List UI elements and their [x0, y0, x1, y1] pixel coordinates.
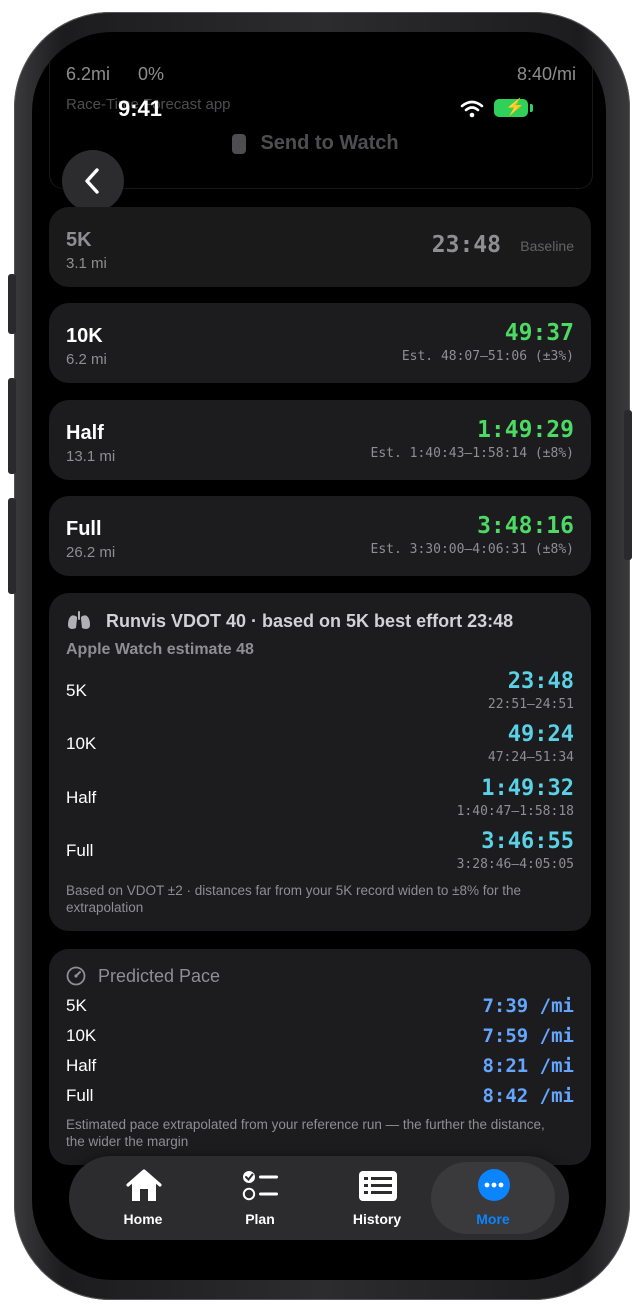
race-estimate: Est. 3:30:00–4:06:31 (±8%): [370, 542, 575, 557]
ellipsis-icon: [478, 1169, 510, 1201]
power-button: [624, 410, 632, 560]
tab-label: Home: [123, 1211, 163, 1227]
race-name: 10K: [66, 325, 103, 347]
pace-row-label: Full: [66, 1086, 94, 1105]
race-name: Full: [66, 518, 102, 540]
race-estimate: Est. 1:40:43–1:58:14 (±8%): [370, 446, 575, 461]
tab-plan[interactable]: Plan: [205, 1162, 315, 1234]
race-name: Half: [66, 422, 104, 444]
vdot-row-time: 1:49:32: [481, 776, 574, 801]
baseline-label: Baseline: [520, 238, 574, 254]
pace-row-label: 10K: [66, 1026, 97, 1045]
race-card-full[interactable]: Full 26.2 mi 3:48:16 Est. 3:30:00–4:06:3…: [49, 496, 591, 576]
race-time: 23:48: [431, 232, 501, 258]
predicted-pace-card: Predicted Pace 5K 7:39 /mi 10K 7:59 /mi …: [49, 949, 591, 1165]
volume-down-button: [8, 498, 16, 594]
send-to-watch-label: Send to Watch: [260, 132, 399, 154]
back-button[interactable]: [62, 150, 124, 212]
pace-row-value: 8:21 /mi: [482, 1055, 574, 1077]
vdot-row-range: 47:24–51:34: [487, 750, 574, 765]
vdot-note: Based on VDOT ±2 · distances far from yo…: [66, 883, 522, 915]
pace-row-label: Half: [66, 1056, 97, 1075]
tab-bar: Home Plan History More: [69, 1156, 569, 1240]
gauge-icon: [66, 966, 86, 986]
vdot-row-time: 23:48: [507, 669, 574, 694]
app-screen: 6.2mi 0% 8:40/mi Race-Time Forecast app …: [32, 32, 606, 1280]
vdot-row-time: 49:24: [507, 722, 574, 747]
race-time: 1:49:29: [477, 417, 574, 443]
vdot-card: Runvis VDOT 40 · based on 5K best effort…: [49, 593, 591, 931]
house-icon: [126, 1169, 162, 1201]
race-distance: 13.1 mi: [66, 448, 116, 465]
pace-row-value: 7:39 /mi: [482, 995, 574, 1017]
list-icon: [359, 1171, 397, 1201]
send-to-watch-button[interactable]: Send to Watch: [232, 132, 399, 162]
wifi-icon: [460, 100, 484, 118]
tab-history[interactable]: History: [322, 1162, 432, 1234]
battery-tip: [530, 104, 533, 112]
vdot-title: Runvis VDOT 40 · based on 5K best effort…: [106, 611, 514, 631]
vdot-row-range: 3:28:46–4:05:05: [456, 857, 574, 872]
chevron-left-icon: [85, 168, 99, 194]
pace-title: Predicted Pace: [98, 966, 221, 986]
race-distance: 3.1 mi: [66, 255, 107, 272]
tab-label: History: [352, 1211, 402, 1227]
pace-row-value: 8:42 /mi: [482, 1085, 574, 1107]
race-card-10k[interactable]: 10K 6.2 mi 49:37 Est. 48:07–51:06 (±3%): [49, 303, 591, 383]
tab-label: Plan: [245, 1211, 275, 1227]
pace-row-value: 7:59 /mi: [482, 1025, 574, 1047]
vdot-row-label: 10K: [66, 734, 97, 753]
percent-stat: 0%: [138, 64, 165, 84]
charging-bolt-icon: ⚡: [505, 99, 525, 116]
vdot-row-range: 22:51–24:51: [487, 697, 574, 712]
lungs-icon: [68, 611, 90, 629]
status-time: 9:41: [118, 96, 163, 121]
race-estimate: Est. 48:07–51:06 (±3%): [401, 349, 574, 364]
race-distance: 26.2 mi: [66, 544, 116, 561]
battery-icon: ⚡: [494, 99, 528, 117]
vdot-row-label: Full: [66, 841, 94, 860]
race-time: 3:48:16: [477, 513, 574, 539]
vdot-row-time: 3:46:55: [481, 829, 574, 854]
vdot-row-range: 1:40:47–1:58:18: [456, 804, 574, 819]
vdot-row-label: 5K: [66, 681, 87, 700]
tab-more[interactable]: More: [431, 1162, 555, 1234]
volume-up-button: [8, 378, 16, 474]
race-card-half[interactable]: Half 13.1 mi 1:49:29 Est. 1:40:43–1:58:1…: [49, 400, 591, 480]
race-time: 49:37: [504, 320, 574, 346]
race-name: 5K: [66, 229, 92, 251]
race-card-5k[interactable]: 5K 3.1 mi 23:48 Baseline: [49, 207, 591, 287]
pace-row-label: 5K: [66, 996, 87, 1015]
watch-icon: [232, 133, 246, 154]
pace-note: Estimated pace extrapolated from your re…: [66, 1117, 545, 1149]
tab-home[interactable]: Home: [88, 1162, 198, 1234]
vdot-row-label: Half: [66, 788, 97, 807]
distance-stat: 6.2mi: [66, 64, 111, 84]
vdot-subtitle: Apple Watch estimate 48: [66, 641, 254, 658]
tab-label: More: [476, 1211, 510, 1227]
race-distance: 6.2 mi: [66, 351, 107, 368]
pace-stat: 8:40/mi: [516, 64, 576, 84]
checklist-icon: [242, 1171, 278, 1201]
action-button: [8, 274, 16, 334]
